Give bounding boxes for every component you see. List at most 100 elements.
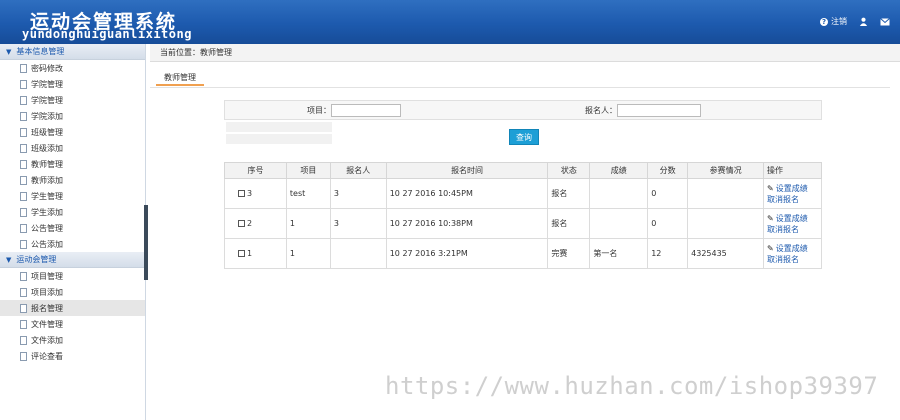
sidebar-item-label: 教师添加 bbox=[31, 175, 63, 185]
sidebar-item-label: 文件管理 bbox=[31, 319, 63, 329]
document-icon bbox=[20, 127, 27, 137]
column-header: 报名时间 bbox=[385, 162, 549, 179]
mail-icon bbox=[880, 17, 890, 25]
project-filter: 项目： bbox=[225, 101, 523, 119]
sidebar-item[interactable]: 公告添加 bbox=[0, 236, 145, 252]
sidebar-item[interactable]: 学院添加 bbox=[0, 108, 145, 124]
watermark: https://www.huzhan.com/ishop39397 bbox=[385, 372, 879, 400]
column-header: 状态 bbox=[547, 162, 591, 179]
project-cell: test bbox=[285, 178, 331, 209]
sidebar-item-label: 报名管理 bbox=[31, 303, 63, 313]
sidebar-item-label: 文件添加 bbox=[31, 335, 63, 345]
registration-table: 序号 项目 报名人 报名时间 状态 成绩 分数 参赛情况 操作 3 test 3… bbox=[224, 162, 822, 269]
cancel-registration-link[interactable]: 取消报名 bbox=[767, 225, 799, 234]
tab-teacher-management[interactable]: 教师管理 bbox=[156, 70, 204, 86]
sidebar-group-sports[interactable]: ▼ 运动会管理 bbox=[0, 252, 145, 268]
sidebar-item[interactable]: 教师管理 bbox=[0, 156, 145, 172]
document-icon bbox=[20, 335, 27, 345]
sidebar-item[interactable]: 学院管理 bbox=[0, 76, 145, 92]
sidebar-item[interactable]: 项目添加 bbox=[0, 284, 145, 300]
column-header: 成绩 bbox=[589, 162, 649, 179]
sidebar-item[interactable]: 学生管理 bbox=[0, 188, 145, 204]
row-checkbox[interactable] bbox=[238, 250, 245, 257]
mail-button[interactable] bbox=[880, 17, 890, 26]
time-cell: 10 27 2016 10:45PM bbox=[385, 178, 549, 209]
id-cell: 2 bbox=[224, 208, 287, 239]
participation-cell bbox=[687, 178, 765, 209]
column-header: 操作 bbox=[763, 162, 822, 179]
document-icon bbox=[20, 95, 27, 105]
sidebar-item[interactable]: 班级添加 bbox=[0, 140, 145, 156]
id-cell: 3 bbox=[224, 178, 287, 209]
status-cell: 完赛 bbox=[547, 238, 591, 269]
table-row: 3 test 3 10 27 2016 10:45PM 报名 0 ✎ 设置成绩 取… bbox=[224, 178, 822, 209]
participation-cell: 4325435 bbox=[687, 238, 765, 269]
document-icon bbox=[20, 143, 27, 153]
header-tools: ? 注销 bbox=[820, 16, 890, 27]
document-icon bbox=[20, 303, 27, 313]
document-icon bbox=[20, 207, 27, 217]
sidebar-group-basic[interactable]: ▼ 基本信息管理 bbox=[0, 44, 145, 60]
sidebar-item-label: 班级添加 bbox=[31, 143, 63, 153]
set-score-link[interactable]: 设置成绩 bbox=[776, 214, 808, 223]
sidebar-item[interactable]: 文件添加 bbox=[0, 332, 145, 348]
project-cell: 1 bbox=[285, 238, 331, 269]
breadcrumb-label: 当前位置： bbox=[160, 48, 200, 57]
set-score-link[interactable]: 设置成绩 bbox=[776, 244, 808, 253]
sidebar-item[interactable]: 教师添加 bbox=[0, 172, 145, 188]
sidebar-group-label: 基本信息管理 bbox=[16, 47, 65, 56]
applicant-input[interactable] bbox=[617, 103, 701, 117]
cancel-registration-link[interactable]: 取消报名 bbox=[767, 255, 799, 264]
row-id: 2 bbox=[247, 219, 253, 228]
row-checkbox[interactable] bbox=[238, 190, 245, 197]
sidebar-item-label: 公告管理 bbox=[31, 223, 63, 233]
set-score-link[interactable]: 设置成绩 bbox=[776, 184, 808, 193]
query-button[interactable]: 查询 bbox=[509, 129, 539, 145]
sidebar-item-active[interactable]: 报名管理 bbox=[0, 300, 145, 316]
sidebar-item[interactable]: 项目管理 bbox=[0, 268, 145, 284]
table-row: 2 1 3 10 27 2016 10:38PM 报名 0 ✎ 设置成绩 取消报名 bbox=[224, 208, 822, 239]
project-input[interactable] bbox=[331, 103, 401, 117]
sidebar-item[interactable]: 评论查看 bbox=[0, 348, 145, 364]
participation-cell bbox=[687, 208, 765, 239]
time-cell: 10 27 2016 3:21PM bbox=[385, 238, 549, 269]
document-icon bbox=[20, 239, 27, 249]
sidebar-item-label: 班级管理 bbox=[31, 127, 63, 137]
sidebar-item[interactable]: 学院管理 bbox=[0, 92, 145, 108]
sidebar-group-label: 运动会管理 bbox=[16, 255, 57, 264]
sidebar-item[interactable]: 学生添加 bbox=[0, 204, 145, 220]
time-cell: 10 27 2016 10:38PM bbox=[385, 208, 549, 239]
sidebar-item[interactable]: 密码修改 bbox=[0, 60, 145, 76]
logout-button[interactable]: ? 注销 bbox=[820, 16, 847, 27]
sidebar-resize-handle[interactable] bbox=[144, 205, 148, 280]
breadcrumb-current: 教师管理 bbox=[200, 48, 232, 57]
applicant-filter: 报名人： bbox=[523, 101, 821, 119]
document-icon bbox=[20, 191, 27, 201]
operation-cell: ✎ 设置成绩 取消报名 bbox=[763, 208, 822, 239]
sidebar-item[interactable]: 公告管理 bbox=[0, 220, 145, 236]
user-button[interactable] bbox=[859, 17, 868, 26]
column-header: 分数 bbox=[647, 162, 689, 179]
table-header-row: 序号 项目 报名人 报名时间 状态 成绩 分数 参赛情况 操作 bbox=[224, 162, 822, 179]
sidebar: ▼ 基本信息管理 密码修改 学院管理 学院管理 学院添加 班级管理 班级添加 教… bbox=[0, 44, 146, 420]
edit-icon: ✎ bbox=[767, 183, 774, 193]
blurred-region bbox=[226, 122, 332, 132]
app-header: 运动会管理系统 yundonghuiguanlixitong ? 注销 bbox=[0, 0, 900, 44]
sidebar-item-label: 评论查看 bbox=[31, 351, 63, 361]
status-cell: 报名 bbox=[547, 178, 591, 209]
id-cell: 1 bbox=[224, 238, 287, 269]
edit-icon: ✎ bbox=[767, 213, 774, 223]
operation-cell: ✎ 设置成绩 取消报名 bbox=[763, 238, 822, 269]
sidebar-item-label: 项目管理 bbox=[31, 271, 63, 281]
status-cell: 报名 bbox=[547, 208, 591, 239]
operation-cell: ✎ 设置成绩 取消报名 bbox=[763, 178, 822, 209]
document-icon bbox=[20, 63, 27, 73]
cancel-registration-link[interactable]: 取消报名 bbox=[767, 195, 799, 204]
sidebar-item[interactable]: 文件管理 bbox=[0, 316, 145, 332]
sidebar-item[interactable]: 班级管理 bbox=[0, 124, 145, 140]
breadcrumb: 当前位置： 教师管理 bbox=[150, 44, 900, 62]
sidebar-item-label: 项目添加 bbox=[31, 287, 63, 297]
document-icon bbox=[20, 175, 27, 185]
document-icon bbox=[20, 223, 27, 233]
row-checkbox[interactable] bbox=[238, 220, 245, 227]
